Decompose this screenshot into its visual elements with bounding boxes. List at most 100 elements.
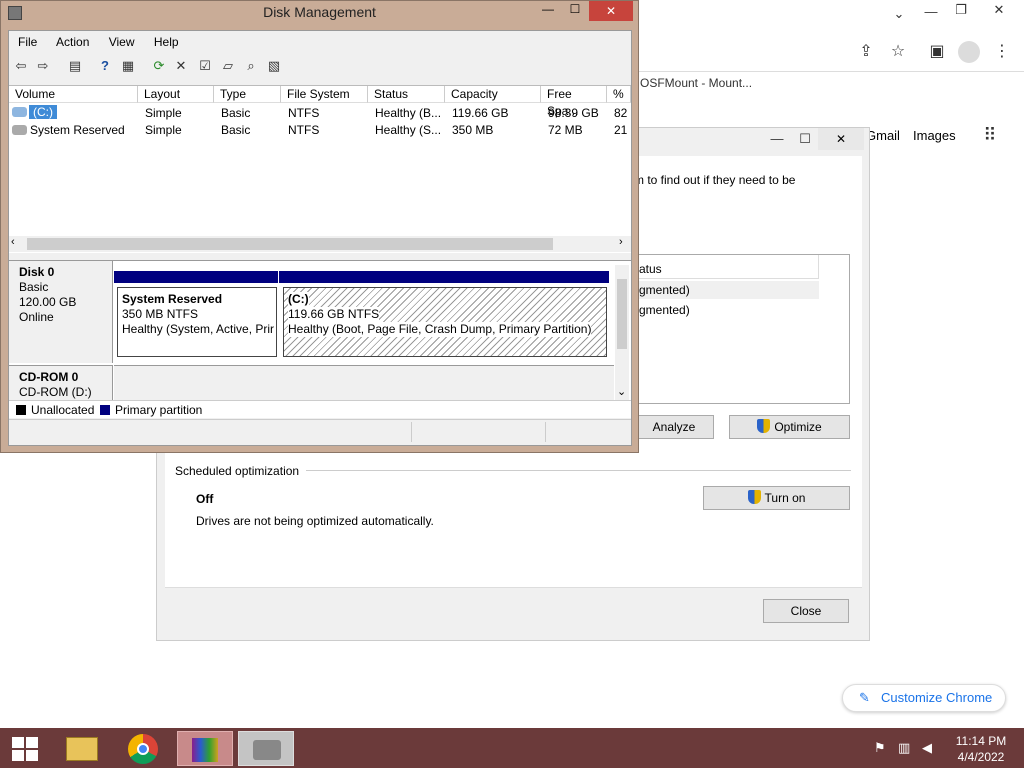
share-icon[interactable]: ⇪ — [856, 42, 876, 62]
close-icon[interactable]: ✕ — [984, 2, 1014, 18]
primary-swatch — [100, 405, 110, 415]
minimize-icon[interactable]: — — [916, 4, 946, 19]
turn-on-button[interactable]: Turn on — [703, 486, 850, 510]
part2-status: Healthy (Boot, Page File, Crash Dump, Pr… — [288, 322, 592, 337]
properties-icon[interactable]: ▦ — [119, 57, 137, 75]
part1-size: 350 MB NTFS — [122, 307, 199, 321]
drive-list[interactable]: atus gmented) gmented) — [634, 254, 850, 404]
menu-action[interactable]: Action — [56, 35, 89, 49]
legend: Unallocated Primary partition — [9, 400, 631, 418]
maximize-icon[interactable]: ☐ — [562, 2, 588, 16]
clock[interactable]: 11:14 PM 4/4/2022 — [948, 733, 1014, 765]
windows-start-icon[interactable] — [12, 737, 38, 761]
scroll-thumb[interactable] — [27, 238, 553, 250]
refresh-icon[interactable]: ⟳ — [150, 57, 168, 75]
cell-volume: System Reserved — [30, 123, 125, 137]
optimize-button[interactable]: Optimize — [729, 415, 850, 439]
list-item[interactable]: gmented) — [635, 281, 819, 299]
drive-icon — [12, 107, 27, 117]
scroll-down-icon[interactable]: ⌄ — [617, 385, 626, 398]
close-button[interactable]: Close — [763, 599, 849, 623]
col-capacity[interactable]: Capacity — [445, 86, 541, 103]
images-link[interactable]: Images — [913, 128, 956, 143]
file-explorer-icon[interactable] — [54, 731, 110, 766]
list-header-status[interactable]: atus — [635, 255, 819, 279]
opt-minimize-icon[interactable]: — — [762, 131, 792, 146]
gmail-link[interactable]: Gmail — [866, 128, 900, 143]
customize-chrome-button[interactable]: ✎ Customize Chrome — [842, 684, 1006, 712]
check-icon[interactable]: ☑ — [196, 57, 214, 75]
cell-volume: (C:) — [29, 105, 57, 119]
minimize-icon[interactable]: — — [536, 2, 560, 16]
opt-close-icon[interactable]: ✕ — [818, 128, 864, 150]
open-icon[interactable]: ▱ — [219, 57, 237, 75]
restore-icon[interactable]: ❐ — [946, 2, 976, 18]
winrar-icon[interactable] — [177, 731, 233, 766]
bookmark-osfmount[interactable]: OSFMount - Mount... — [640, 76, 752, 90]
scroll-right-icon[interactable]: › — [619, 236, 623, 248]
menu-file[interactable]: File — [18, 35, 37, 49]
help-icon[interactable]: ? — [96, 57, 114, 75]
menu-view[interactable]: View — [109, 35, 135, 49]
cell-type: Basic — [221, 106, 251, 120]
settings-icon[interactable]: ▧ — [265, 57, 283, 75]
customize-label: Customize Chrome — [881, 690, 993, 705]
cell-capacity: 119.66 GB — [452, 106, 509, 120]
col-filesystem[interactable]: File System — [281, 86, 368, 103]
action-center-icon[interactable]: ⚑ — [874, 740, 886, 756]
volume-muted-icon[interactable]: ◀ — [922, 740, 932, 756]
part2-size: 119.66 GB NTFS — [288, 307, 380, 322]
search-icon[interactable]: ⌕ — [242, 57, 260, 75]
table-row[interactable]: System Reserved Simple Basic NTFS Health… — [9, 122, 631, 139]
sched-desc: Drives are not being optimized automatic… — [196, 514, 434, 528]
forward-icon[interactable]: ⇨ — [34, 57, 52, 75]
menu-help[interactable]: Help — [154, 35, 179, 49]
network-icon[interactable]: ▥ — [898, 740, 910, 756]
cell-layout: Simple — [145, 123, 182, 137]
pencil-icon: ✎ — [859, 690, 870, 705]
sidepanel-icon[interactable]: ▣ — [927, 42, 947, 62]
profile-icon[interactable] — [958, 41, 980, 63]
chrome-icon[interactable] — [116, 731, 172, 766]
col-freespace[interactable]: Free Spa... — [541, 86, 607, 118]
chevron-down-icon[interactable]: ⌄ — [884, 6, 914, 22]
disk-management-task-icon[interactable] — [238, 731, 294, 766]
turn-on-label: Turn on — [764, 491, 806, 505]
volume-list: Volume Layout Type File System Status Ca… — [9, 85, 631, 253]
horizontal-scrollbar[interactable]: ‹ › — [9, 236, 631, 252]
menu-dots-icon[interactable]: ⋮ — [992, 42, 1012, 62]
col-status[interactable]: Status — [368, 86, 445, 103]
col-volume[interactable]: Volume — [9, 86, 138, 103]
analyze-button[interactable]: Analyze — [634, 415, 714, 439]
partition-c[interactable]: (C:) 119.66 GB NTFS Healthy (Boot, Page … — [283, 287, 607, 357]
disk0-size: 120.00 GB — [19, 295, 77, 309]
opt-maximize-icon[interactable]: ☐ — [790, 131, 820, 147]
scroll-left-icon[interactable]: ‹ — [11, 236, 15, 248]
vertical-scrollbar[interactable]: ⌄ — [615, 265, 629, 405]
list-item[interactable]: gmented) — [635, 301, 819, 319]
back-icon[interactable]: ⇦ — [12, 57, 30, 75]
legend-unallocated: Unallocated — [31, 403, 95, 417]
status-bar — [9, 419, 631, 443]
star-icon[interactable]: ☆ — [888, 42, 908, 62]
console-icon[interactable]: ▤ — [66, 57, 84, 75]
apps-grid-icon[interactable]: ⠿ — [980, 125, 1000, 145]
cell-status: Healthy (B... — [375, 106, 442, 120]
col-layout[interactable]: Layout — [138, 86, 214, 103]
cdrom-info[interactable]: CD-ROM 0 CD-ROM (D:) — [9, 365, 113, 403]
part1-name: System Reserved — [122, 292, 223, 306]
table-row[interactable]: (C:) Simple Basic NTFS Healthy (B... 119… — [9, 105, 631, 122]
partition-system-reserved[interactable]: System Reserved 350 MB NTFS Healthy (Sys… — [117, 287, 277, 357]
part1-status: Healthy (System, Active, Prir — [122, 322, 275, 336]
sched-title: Scheduled optimization — [175, 464, 300, 478]
disk0-info[interactable]: Disk 0 Basic 120.00 GB Online — [9, 261, 113, 363]
col-percent[interactable]: % F — [607, 86, 631, 103]
cell-fs: NTFS — [288, 123, 320, 137]
divider — [306, 470, 851, 471]
divider — [411, 422, 412, 442]
close-icon[interactable]: ✕ — [589, 1, 633, 21]
scroll-thumb[interactable] — [617, 279, 627, 349]
menu-bar: File Action View Help — [18, 35, 195, 49]
col-type[interactable]: Type — [214, 86, 281, 103]
delete-icon[interactable]: ✕ — [172, 57, 190, 75]
